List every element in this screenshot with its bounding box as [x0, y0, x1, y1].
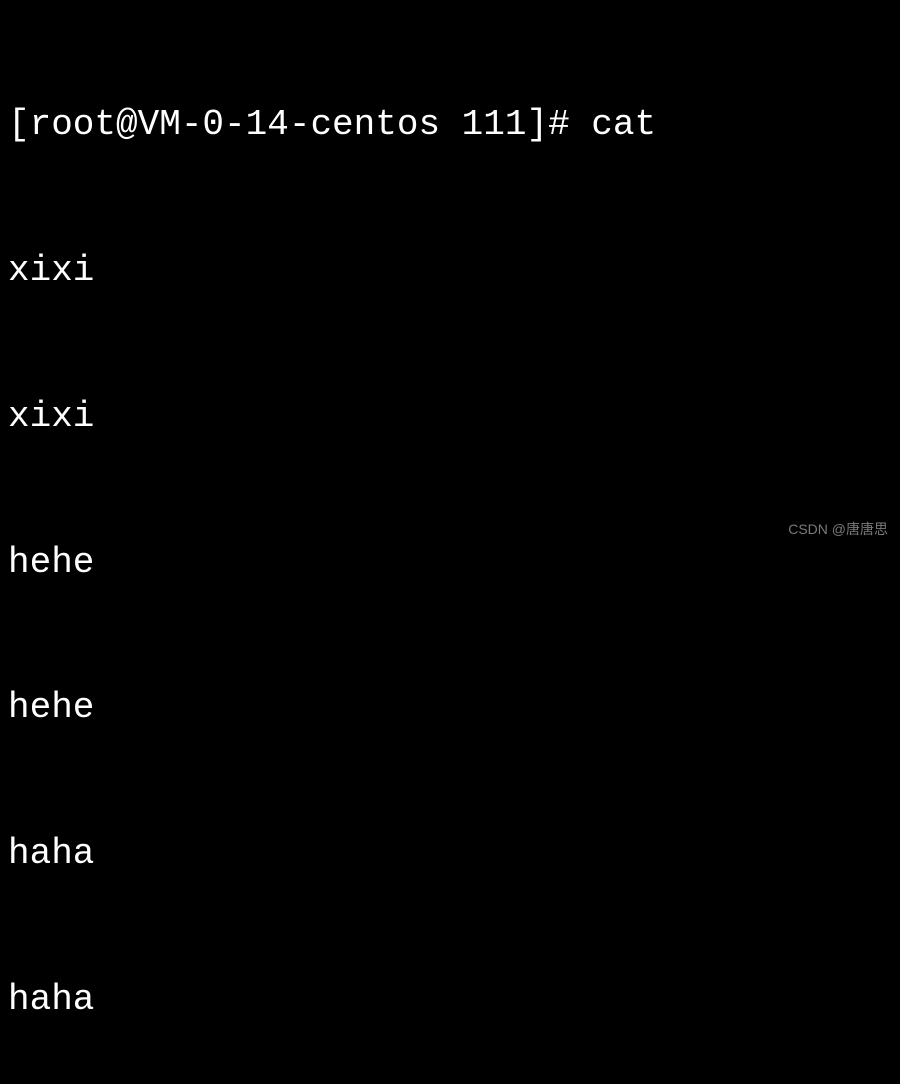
output-line: haha [8, 976, 892, 1025]
output-line: hehe [8, 539, 892, 588]
command-text: cat [591, 104, 656, 145]
output-line: xixi [8, 393, 892, 442]
command-line: [root@VM-0-14-centos 111]# cat [8, 101, 892, 150]
shell-prompt: [root@VM-0-14-centos 111]# [8, 104, 591, 145]
output-line: hehe [8, 684, 892, 733]
terminal-window[interactable]: [root@VM-0-14-centos 111]# cat xixi xixi… [8, 4, 892, 1084]
watermark-text: CSDN @唐唐思 [788, 522, 888, 536]
output-line: xixi [8, 247, 892, 296]
output-line: haha [8, 830, 892, 879]
